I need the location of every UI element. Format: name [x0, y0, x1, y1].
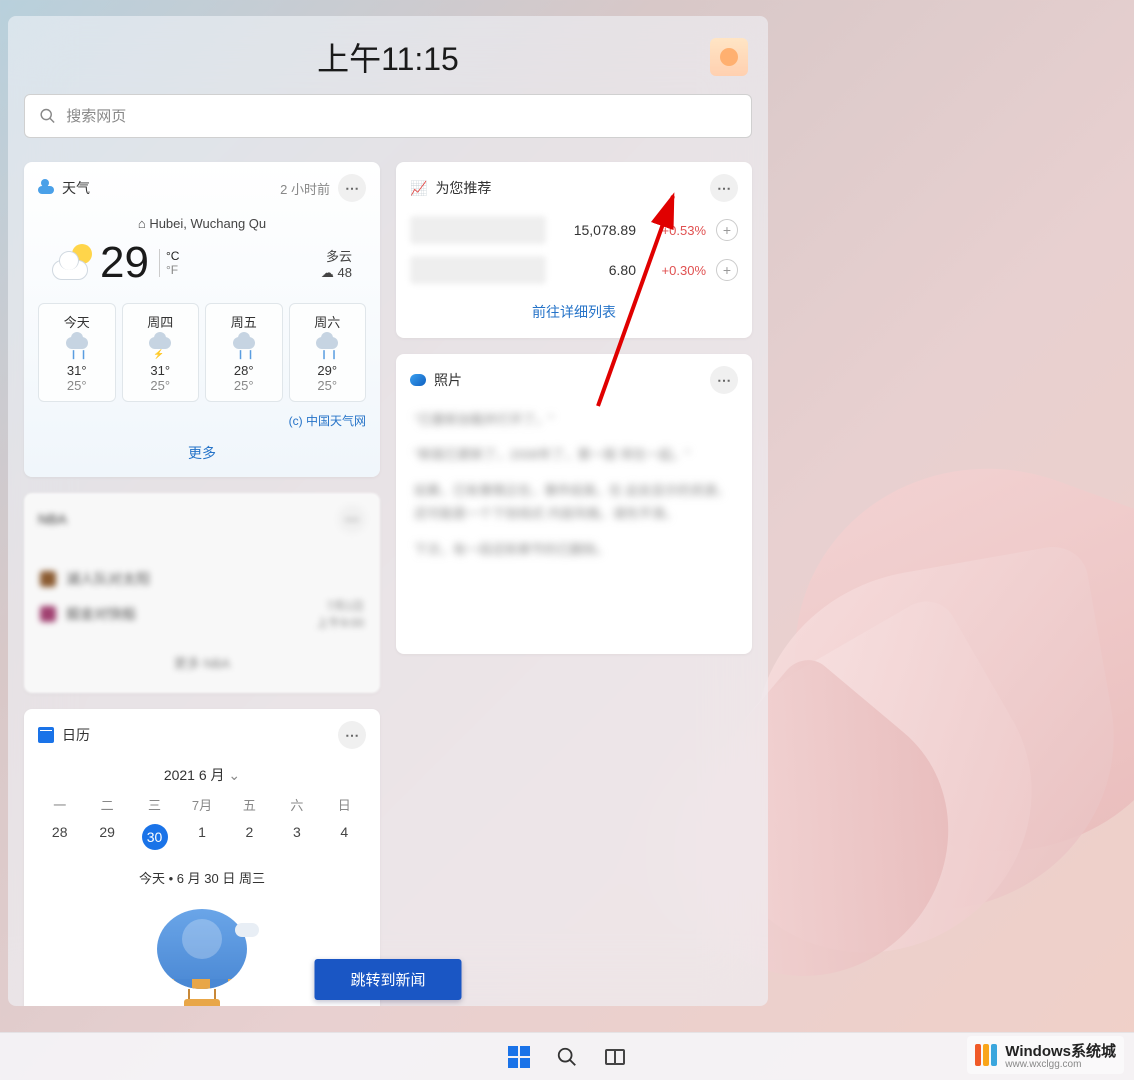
- calendar-day[interactable]: 1: [178, 818, 225, 856]
- start-button[interactable]: [507, 1045, 531, 1069]
- weather-updated: 2 小时前: [280, 179, 330, 198]
- forecast-day[interactable]: 周四 ⚡ 31° 25°: [122, 303, 200, 402]
- weather-title: 天气: [62, 178, 90, 198]
- widgets-panel: 上午11:15 天气 2 小时前 ⋯ Hu: [8, 16, 768, 1006]
- recommend-widget[interactable]: 📈 为您推荐 ⋯ 15,078.89 +0.53% + 6.80 +0.30% …: [396, 162, 752, 338]
- calendar-title: 日历: [62, 725, 90, 745]
- clock-label: 上午11:15: [317, 34, 459, 80]
- calendar-day[interactable]: 4: [321, 818, 368, 856]
- rain-icon: ❙ ❙: [316, 337, 338, 357]
- rain-icon: ❙ ❙: [233, 337, 255, 357]
- avatar-icon: [720, 48, 738, 66]
- search-icon: [39, 107, 56, 125]
- calendar-day[interactable]: 28: [36, 818, 83, 856]
- forecast-day[interactable]: 今天 ❙ ❙ 31° 25°: [38, 303, 116, 402]
- blurred-label: [410, 216, 546, 244]
- weather-units[interactable]: °C °F: [159, 249, 179, 277]
- calendar-day[interactable]: 29: [83, 818, 130, 856]
- calendar-grid: 一 二 三 7月 五 六 日 28 29 30 1 2 3 4: [24, 791, 380, 856]
- photos-widget[interactable]: 照片 ⋯ "已重新加载并打开了。" "新版已更新了，2008年了，第一版 将在一…: [396, 354, 752, 654]
- weather-more-button[interactable]: ⋯: [338, 174, 366, 202]
- sports-title: NBA: [38, 511, 67, 527]
- thunder-icon: ⚡: [149, 337, 171, 357]
- panel-header: 上午11:15: [24, 32, 752, 82]
- recommend-row[interactable]: 6.80 +0.30% +: [396, 250, 752, 290]
- watermark: Windows系统城 www.wxclgg.com: [967, 1036, 1124, 1074]
- weather-icon: [38, 182, 54, 194]
- partly-cloudy-icon: [52, 244, 94, 282]
- blurred-content: "已重新加载并打开了。": [396, 402, 752, 437]
- search-icon: [556, 1046, 578, 1068]
- search-input[interactable]: [66, 108, 737, 125]
- recommend-value: 15,078.89: [556, 222, 636, 238]
- blurred-label: [410, 256, 546, 284]
- calendar-today-line: 今天 • 6 月 30 日 周三: [24, 856, 380, 897]
- rain-icon: ❙ ❙: [66, 337, 88, 357]
- calendar-day-today[interactable]: 30: [131, 818, 178, 856]
- weather-source: (c) 中国天气网: [24, 410, 380, 435]
- blurred-content: 下次，有一段还和章节的已删除。: [396, 532, 752, 567]
- sports-widget[interactable]: NBA ⋯ 湖人队对太阳 掘金对快船 7月1日 上午9:00 更多 NBA: [24, 493, 380, 693]
- weather-condition: 多云: [321, 246, 352, 265]
- recommend-row[interactable]: 15,078.89 +0.53% +: [396, 210, 752, 250]
- weather-widget[interactable]: 天气 2 小时前 ⋯ Hubei, Wuchang Qu 29: [24, 162, 380, 477]
- calendar-day[interactable]: 3: [273, 818, 320, 856]
- windows-icon: [508, 1046, 530, 1068]
- recommend-change: +0.30%: [646, 263, 706, 278]
- taskbar-widgets-button[interactable]: [603, 1045, 627, 1069]
- forecast-day[interactable]: 周六 ❙ ❙ 29° 25°: [289, 303, 367, 402]
- jump-to-news-button[interactable]: 跳转到新闻: [314, 959, 461, 1000]
- weather-temp: 29: [100, 241, 149, 285]
- recommend-more-button[interactable]: ⋯: [710, 174, 738, 202]
- add-button[interactable]: +: [716, 259, 738, 281]
- blurred-content: "新版已更新了，2008年了，第一版 将在一起。": [396, 437, 752, 472]
- watermark-title: Windows系统城: [1005, 1040, 1116, 1061]
- weather-location: Hubei, Wuchang Qu: [24, 210, 380, 237]
- recommend-title: 为您推荐: [435, 178, 491, 198]
- weather-more-link[interactable]: 更多: [24, 435, 380, 477]
- user-avatar[interactable]: [710, 38, 748, 76]
- weather-current: 29 °C °F 多云 ☁ 48: [24, 237, 380, 295]
- forecast-day[interactable]: 周五 ❙ ❙ 28° 25°: [205, 303, 283, 402]
- calendar-illustration: [157, 909, 247, 1006]
- photos-title: 照片: [434, 370, 462, 390]
- blurred-content: 如果，已有事情正在，事件结束。在 此处显示的资源，还可能是一个下划线式 内容风格…: [396, 473, 752, 532]
- forecast-row: 今天 ❙ ❙ 31° 25° 周四 ⚡ 31° 25° 周五 ❙ ❙ 2: [24, 295, 380, 410]
- calendar-day[interactable]: 2: [226, 818, 273, 856]
- weather-extra: ☁ 48: [321, 265, 352, 281]
- watermark-logo: [975, 1044, 997, 1066]
- calendar-icon: [38, 727, 54, 743]
- taskbar: [0, 1032, 1134, 1080]
- weather-condition-block: 多云 ☁ 48: [321, 246, 352, 281]
- taskbar-search-button[interactable]: [555, 1045, 579, 1069]
- photos-more-button[interactable]: ⋯: [710, 366, 738, 394]
- sports-more-button[interactable]: ⋯: [338, 505, 366, 533]
- stock-icon: 📈: [410, 180, 427, 197]
- sports-body: 湖人队对太阳 掘金对快船 7月1日 上午9:00 更多 NBA: [24, 541, 380, 692]
- calendar-more-button[interactable]: ⋯: [338, 721, 366, 749]
- search-bar[interactable]: [24, 94, 752, 138]
- recommend-value: 6.80: [556, 262, 636, 278]
- widgets-icon: [605, 1049, 625, 1065]
- calendar-month[interactable]: 2021 6 月: [24, 757, 380, 791]
- recommend-detail-link[interactable]: 前往详细列表: [396, 290, 752, 338]
- add-button[interactable]: +: [716, 219, 738, 241]
- recommend-change: +0.53%: [646, 223, 706, 238]
- photos-icon: [410, 374, 426, 386]
